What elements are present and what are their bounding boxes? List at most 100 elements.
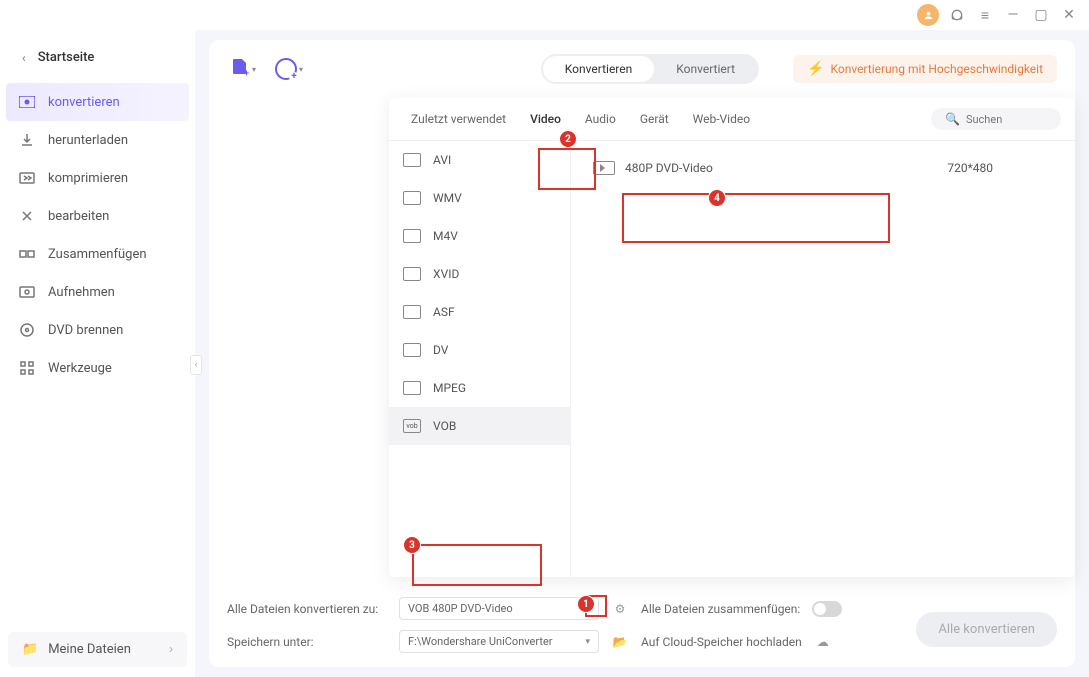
nav-merge[interactable]: Zusammenfügen bbox=[0, 235, 195, 273]
settings-icon[interactable]: ⚙ bbox=[611, 600, 629, 618]
nav-record[interactable]: Aufnehmen bbox=[0, 273, 195, 311]
nav-tools-label: Werkzeuge bbox=[48, 361, 112, 376]
speed-label: Konvertierung mit Hochgeschwindigkeit bbox=[830, 62, 1043, 76]
add-url-icon bbox=[275, 58, 297, 80]
chevron-down-icon: ▾ bbox=[252, 65, 256, 74]
annotation-3: 3 bbox=[403, 536, 421, 554]
preset-name: 480P DVD-Video bbox=[625, 161, 713, 175]
format-icon bbox=[403, 229, 421, 243]
annotation-4: 4 bbox=[708, 189, 726, 207]
minimize-button[interactable]: — bbox=[1003, 5, 1023, 25]
nav-convert-label: konvertieren bbox=[48, 95, 120, 110]
merge-label: Alle Dateien zusammenfügen: bbox=[641, 602, 800, 616]
nav-download[interactable]: herunterladen bbox=[0, 121, 195, 159]
format-vob[interactable]: vob VOB bbox=[389, 407, 570, 445]
nav-compress[interactable]: komprimieren bbox=[0, 159, 195, 197]
convert-all-button[interactable]: Alle konvertieren bbox=[916, 612, 1057, 647]
format-icon: vob bbox=[403, 419, 421, 433]
format-label: WMV bbox=[433, 191, 462, 205]
format-label: MPEG bbox=[433, 381, 466, 395]
annotation-2: 2 bbox=[559, 130, 577, 148]
format-wmv[interactable]: WMV bbox=[389, 179, 570, 217]
disc-icon bbox=[18, 321, 36, 339]
preset-resolution: 720*480 bbox=[947, 161, 993, 175]
nav-compress-label: komprimieren bbox=[48, 171, 128, 186]
format-dv[interactable]: DV bbox=[389, 331, 570, 369]
format-icon bbox=[403, 267, 421, 281]
support-icon[interactable] bbox=[947, 5, 967, 25]
merge-icon bbox=[18, 245, 36, 263]
nav-record-label: Aufnehmen bbox=[48, 285, 115, 300]
annotation-1: 1 bbox=[577, 595, 595, 613]
seg-converted[interactable]: Konvertiert bbox=[654, 56, 757, 82]
sidebar: ‹ Startseite konvertieren herunterladen … bbox=[0, 30, 195, 677]
format-label: VOB bbox=[433, 419, 456, 433]
convert-to-label: Alle Dateien konvertieren zu: bbox=[227, 602, 387, 616]
nav-burn[interactable]: DVD brennen bbox=[0, 311, 195, 349]
format-asf[interactable]: ASF bbox=[389, 293, 570, 331]
format-icon bbox=[403, 381, 421, 395]
format-label: ASF bbox=[433, 305, 455, 319]
nav-download-label: herunterladen bbox=[48, 133, 128, 148]
add-file-button[interactable]: + ▾ bbox=[227, 56, 259, 82]
sidebar-collapse-handle[interactable]: ‹ bbox=[190, 355, 202, 375]
nav-convert[interactable]: konvertieren bbox=[6, 83, 189, 121]
preset-480p[interactable]: 480P DVD-Video 720*480 bbox=[585, 151, 1061, 185]
format-icon bbox=[403, 191, 421, 205]
cloud-label: Auf Cloud-Speicher hochladen bbox=[641, 635, 802, 649]
my-files-button[interactable]: 📁 Meine Dateien › bbox=[8, 632, 187, 667]
output-format-value: VOB 480P DVD-Video bbox=[408, 602, 513, 615]
seg-convert[interactable]: Konvertieren bbox=[543, 56, 654, 82]
tab-video[interactable]: Video bbox=[522, 108, 569, 130]
download-icon bbox=[18, 131, 36, 149]
tab-recent[interactable]: Zuletzt verwendet bbox=[403, 108, 514, 130]
format-label: XVID bbox=[433, 267, 459, 281]
nav-merge-label: Zusammenfügen bbox=[48, 247, 147, 262]
home-nav[interactable]: ‹ Startseite bbox=[0, 40, 195, 75]
format-icon bbox=[403, 305, 421, 319]
chevron-down-icon: ▾ bbox=[299, 65, 303, 74]
user-avatar[interactable] bbox=[917, 4, 939, 26]
save-path-value: F:\Wondershare UniConverter bbox=[408, 635, 553, 648]
bolt-icon: ⚡ bbox=[807, 61, 824, 77]
tab-device[interactable]: Gerät bbox=[632, 108, 677, 130]
chevron-down-icon: ▾ bbox=[585, 637, 590, 647]
tab-web[interactable]: Web-Video bbox=[685, 108, 758, 130]
preset-icon bbox=[593, 161, 615, 175]
format-mpeg[interactable]: MPEG bbox=[389, 369, 570, 407]
nav-edit-label: bearbeiten bbox=[48, 209, 109, 224]
open-folder-icon[interactable]: 📂 bbox=[611, 633, 629, 651]
format-avi[interactable]: AVI bbox=[389, 141, 570, 179]
convert-icon bbox=[18, 93, 36, 111]
compress-icon bbox=[18, 169, 36, 187]
output-format-select[interactable]: VOB 480P DVD-Video ▾ bbox=[399, 597, 599, 620]
menu-icon[interactable]: ≡ bbox=[975, 5, 995, 25]
svg-text:+: + bbox=[244, 69, 249, 77]
cloud-icon[interactable]: ☁ bbox=[814, 633, 832, 651]
tools-icon bbox=[18, 359, 36, 377]
add-file-icon: + bbox=[230, 57, 250, 81]
tab-audio[interactable]: Audio bbox=[577, 108, 624, 130]
format-search[interactable]: 🔍 bbox=[931, 108, 1061, 130]
record-icon bbox=[18, 283, 36, 301]
save-label: Speichern unter: bbox=[227, 635, 387, 649]
preset-list: 480P DVD-Video 720*480 bbox=[571, 141, 1075, 577]
search-icon: 🔍 bbox=[945, 112, 960, 126]
nav-edit[interactable]: bearbeiten bbox=[0, 197, 195, 235]
edit-icon bbox=[18, 207, 36, 225]
close-button[interactable]: ✕ bbox=[1059, 5, 1079, 25]
format-xvid[interactable]: XVID bbox=[389, 255, 570, 293]
format-label: AVI bbox=[433, 153, 451, 167]
save-path-select[interactable]: F:\Wondershare UniConverter ▾ bbox=[399, 630, 599, 653]
format-m4v[interactable]: M4V bbox=[389, 217, 570, 255]
add-url-button[interactable]: ▾ bbox=[273, 56, 305, 82]
back-icon: ‹ bbox=[22, 51, 26, 65]
maximize-button[interactable]: ▢ bbox=[1031, 5, 1051, 25]
search-input[interactable] bbox=[966, 113, 1046, 126]
format-label: DV bbox=[433, 343, 448, 357]
format-label: M4V bbox=[433, 229, 458, 243]
high-speed-badge[interactable]: ⚡ Konvertierung mit Hochgeschwindigkeit bbox=[793, 55, 1057, 83]
nav-tools[interactable]: Werkzeuge bbox=[0, 349, 195, 387]
format-icon bbox=[403, 343, 421, 357]
merge-toggle[interactable] bbox=[812, 601, 842, 617]
